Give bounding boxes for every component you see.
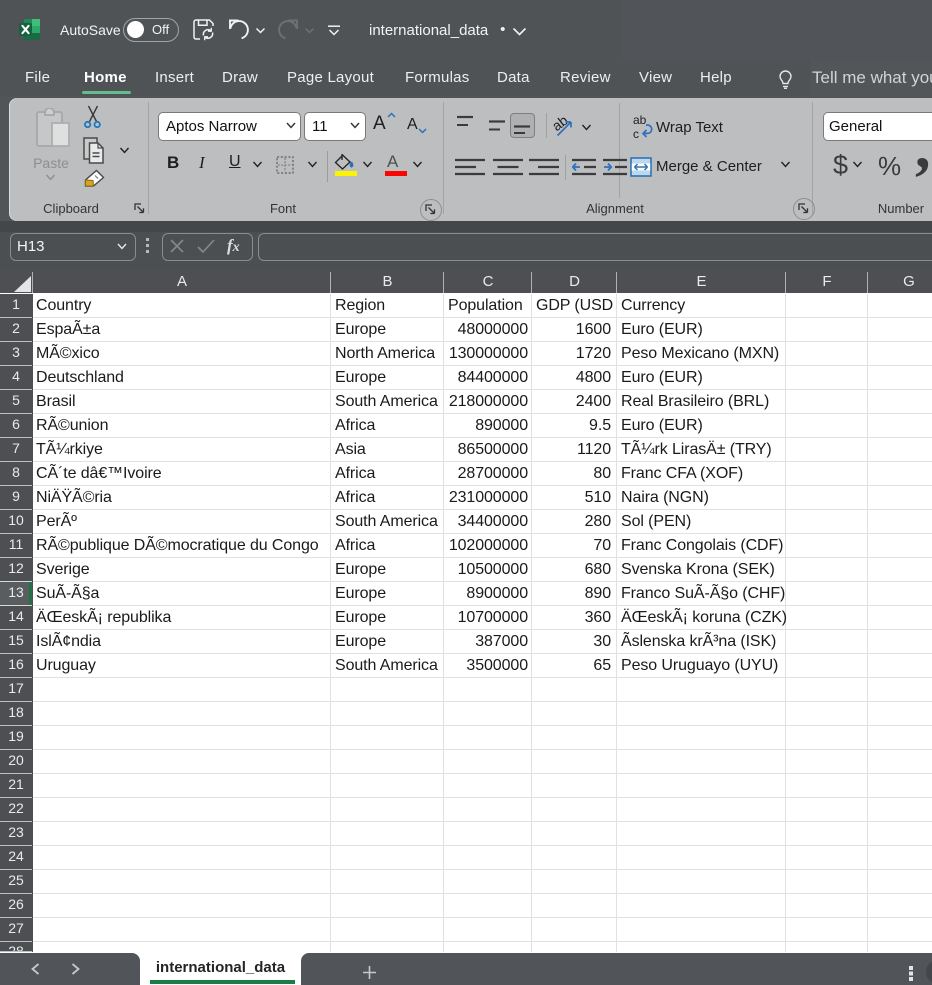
svg-text:c: c	[633, 127, 639, 140]
svg-text:ab: ab	[633, 113, 647, 127]
